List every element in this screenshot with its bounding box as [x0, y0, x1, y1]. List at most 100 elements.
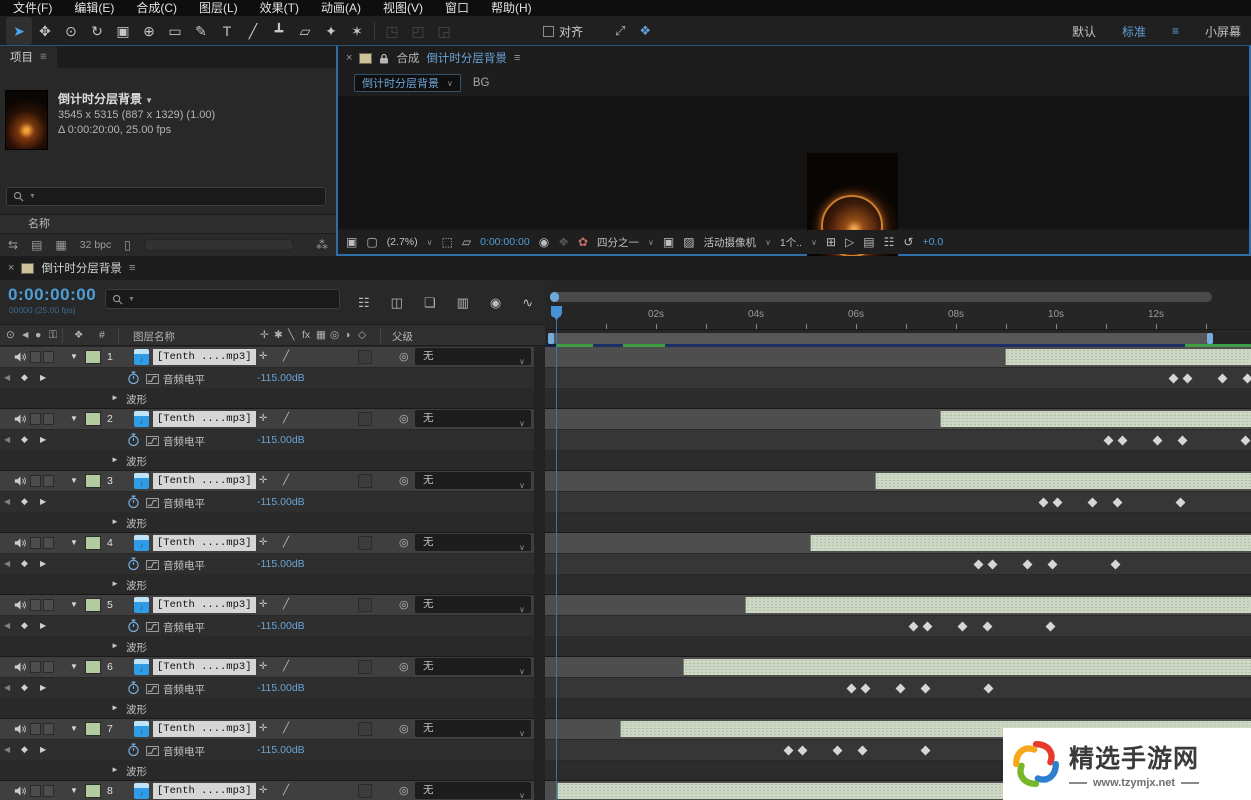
keyframe-diamond[interactable] [921, 684, 931, 694]
property-name[interactable]: 音频电平 [163, 372, 205, 387]
switch-column-icon[interactable]: ◇ [358, 329, 366, 341]
color-channels-icon[interactable]: ✿ [578, 235, 588, 249]
footage-thumbnail[interactable] [5, 90, 48, 150]
expression-graph-icon[interactable] [146, 436, 159, 446]
stopwatch-icon[interactable] [127, 681, 140, 695]
fast-previews-icon[interactable]: ▷ [845, 235, 854, 249]
footage-name-dropdown-icon[interactable]: ▼ [145, 96, 153, 105]
transparency-grid-icon[interactable]: ▨ [683, 235, 694, 249]
reset-exposure-icon[interactable]: ↺ [903, 235, 913, 249]
solo-icon[interactable]: ● [35, 329, 41, 341]
audio-levels-row[interactable]: ◀ ◆ ▶ 音频电平 -115.00dB [0, 616, 534, 636]
twirl-down-icon[interactable]: ▼ [70, 662, 78, 671]
collapse-switch-icon[interactable]: ✛ [259, 413, 267, 424]
view-layout[interactable]: 1个.. [780, 235, 802, 250]
stopwatch-icon[interactable] [127, 371, 140, 385]
keyframe-diamond[interactable] [833, 746, 843, 756]
project-search-input[interactable]: ▼ [6, 187, 326, 206]
comp-tab-name[interactable]: 倒计时分层背景 [426, 50, 507, 66]
keyframe-diamond[interactable] [1104, 436, 1114, 446]
switch-column-icon[interactable]: ▦ [316, 329, 326, 341]
resolution[interactable]: 四分之一 [597, 235, 639, 250]
video-switch-box[interactable] [30, 351, 41, 363]
snapshot-icon[interactable]: ◉ [539, 235, 549, 249]
add-keyframe-icon[interactable]: ◆ [21, 372, 28, 383]
quality-switch-icon[interactable]: ╱ [283, 661, 289, 672]
workspace-menu-icon[interactable]: ≡ [1172, 24, 1179, 38]
keyframe-diamond[interactable] [1046, 622, 1056, 632]
close-icon[interactable]: × [8, 262, 14, 274]
shape-tool-icon[interactable]: ▭ [162, 17, 188, 45]
next-keyframe-icon[interactable]: ▶ [40, 683, 46, 692]
project-flowchart-icon[interactable]: ⁂ [316, 238, 328, 252]
twirl-down-icon[interactable]: ▼ [70, 414, 78, 423]
mask-path-icon[interactable]: ❖ [639, 23, 651, 39]
pen-tool-icon[interactable]: ✎ [188, 17, 214, 45]
eye-icon[interactable]: ⊙ [6, 329, 15, 341]
collapse-switch-icon[interactable]: ✛ [259, 661, 267, 672]
draft-3d-icon[interactable]: ◫ [391, 295, 403, 311]
layer-header-row[interactable]: ▼ 1 ♪ [Tenth ....mp3] ✛ ╱ ◎ 无∨ [0, 347, 534, 367]
layer-duration-bar[interactable] [745, 597, 1251, 613]
waveform-track[interactable] [545, 451, 1251, 470]
keyframe-diamond[interactable] [1048, 560, 1058, 570]
video-switch-box[interactable] [30, 413, 41, 425]
waveform-row[interactable]: ► 波形 [0, 389, 534, 408]
property-value[interactable]: -115.00dB [257, 558, 305, 570]
keyframe-diamond[interactable] [1118, 436, 1128, 446]
add-keyframe-icon[interactable]: ◆ [21, 620, 28, 631]
waveform-track[interactable] [545, 389, 1251, 408]
audio-speaker-icon[interactable] [14, 413, 27, 425]
parent-pickwhip-icon[interactable]: ◎ [399, 350, 409, 363]
twirl-right-icon[interactable]: ► [111, 579, 119, 588]
parent-dropdown[interactable]: 无∨ [415, 658, 531, 675]
keyframe-track[interactable] [545, 430, 1251, 450]
parent-dropdown[interactable]: 无∨ [415, 348, 531, 365]
video-switch-box[interactable] [30, 475, 41, 487]
parent-pickwhip-icon[interactable]: ◎ [399, 598, 409, 611]
collapse-switch-icon[interactable]: ✛ [259, 351, 267, 362]
keyframe-diamond[interactable] [974, 560, 984, 570]
audio-levels-row[interactable]: ◀ ◆ ▶ 音频电平 -115.00dB [0, 430, 534, 450]
prev-keyframe-icon[interactable]: ◀ [4, 621, 10, 630]
layer-label-color[interactable] [85, 536, 101, 550]
video-switch-box[interactable] [30, 661, 41, 673]
breadcrumb-parent[interactable]: BG [473, 77, 490, 89]
property-name[interactable]: 音频电平 [163, 558, 205, 573]
comp-mini-flowchart-icon[interactable]: ☷ [358, 295, 370, 311]
prev-keyframe-icon[interactable]: ◀ [4, 435, 10, 444]
keyframe-diamond[interactable] [921, 746, 931, 756]
waveform-row[interactable]: ► 波形 [0, 637, 534, 656]
camera-view[interactable]: 活动摄像机 [704, 235, 757, 250]
add-keyframe-icon[interactable]: ◆ [21, 744, 28, 755]
switch-box[interactable] [358, 598, 372, 612]
audio-speaker-icon[interactable] [14, 599, 27, 611]
twirl-down-icon[interactable]: ▼ [70, 600, 78, 609]
layer-header-row[interactable]: ▼ 5 ♪ [Tenth ....mp3] ✛ ╱ ◎ 无∨ [0, 595, 534, 615]
solo-switch-box[interactable] [43, 723, 54, 735]
pixel-aspect-icon[interactable]: ⊞ [826, 235, 836, 249]
property-name[interactable]: 音频电平 [163, 744, 205, 759]
parent-dropdown[interactable]: 无∨ [415, 410, 531, 427]
parent-pickwhip-icon[interactable]: ◎ [399, 722, 409, 735]
switch-box[interactable] [358, 536, 372, 550]
switch-box[interactable] [358, 350, 372, 364]
property-name[interactable]: 音频电平 [163, 620, 205, 635]
collapse-switch-icon[interactable]: ✛ [259, 723, 267, 734]
keyframe-diamond[interactable] [858, 746, 868, 756]
layer-name[interactable]: [Tenth ....mp3] [153, 783, 256, 799]
current-timecode[interactable]: 0:00:00:00 [8, 285, 96, 305]
waveform-row[interactable]: ► 波形 [0, 575, 534, 594]
composition-viewer[interactable] [338, 96, 1249, 228]
add-keyframe-icon[interactable]: ◆ [21, 558, 28, 569]
parent-pickwhip-icon[interactable]: ◎ [399, 412, 409, 425]
audio-levels-row[interactable]: ◀ ◆ ▶ 音频电平 -115.00dB [0, 740, 534, 760]
layer-label-color[interactable] [85, 784, 101, 798]
work-area-start-handle[interactable] [548, 333, 554, 344]
audio-levels-row[interactable]: ◀ ◆ ▶ 音频电平 -115.00dB [0, 554, 534, 574]
twirl-down-icon[interactable]: ▼ [70, 786, 78, 795]
property-name[interactable]: 音频电平 [163, 496, 205, 511]
expression-graph-icon[interactable] [146, 622, 159, 632]
target-region-icon[interactable]: ▣ [663, 235, 674, 249]
property-value[interactable]: -115.00dB [257, 744, 305, 756]
